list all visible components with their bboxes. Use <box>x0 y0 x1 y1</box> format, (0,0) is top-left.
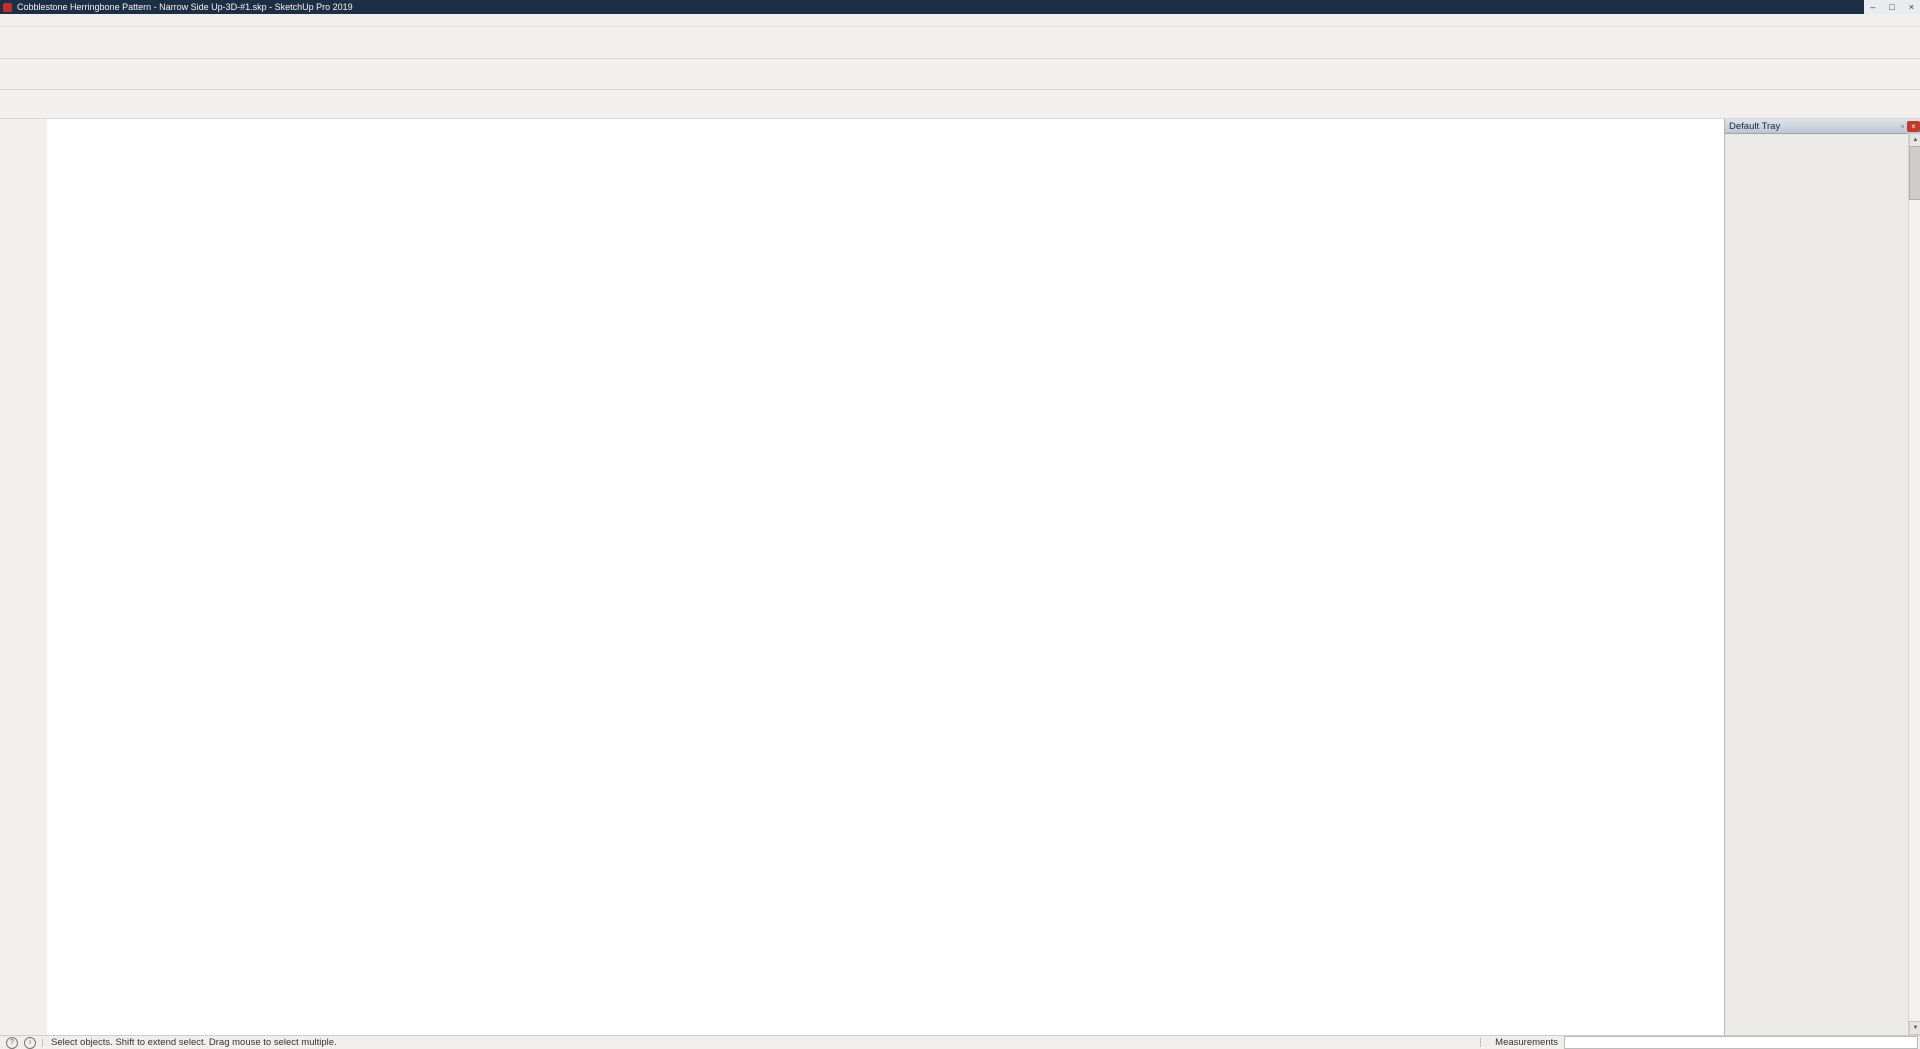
divider <box>1480 1038 1482 1047</box>
tray-scrollbar[interactable]: ▲ ▼ <box>1908 133 1920 1035</box>
close-button[interactable]: × <box>1909 2 1914 12</box>
status-tip: Select objects. Shift to extend select. … <box>51 1037 337 1048</box>
scroll-down-icon[interactable]: ▼ <box>1909 1021 1920 1035</box>
tray-title: Default Tray <box>1729 120 1781 132</box>
model-viewport[interactable] <box>47 119 1724 1035</box>
maximize-button[interactable]: □ <box>1889 2 1894 12</box>
status-bar: ? i Select objects. Shift to extend sele… <box>0 1035 1920 1049</box>
geolocation-icon[interactable]: ? <box>6 1036 18 1049</box>
pin-icon[interactable]: ▫ <box>1898 122 1907 131</box>
measurements-input[interactable] <box>1564 1036 1918 1049</box>
measurements-label: Measurements <box>1495 1037 1558 1048</box>
tray-title-bar: Default Tray ▫ × <box>1725 119 1920 134</box>
default-tray: Default Tray ▫ × ▲ ▼ <box>1724 119 1920 1035</box>
sketchup-logo-icon <box>3 2 12 12</box>
model-stones[interactable] <box>47 119 1724 1035</box>
window-controls: – □ × <box>1864 0 1920 14</box>
toolbar-getting-started <box>0 90 1920 119</box>
scroll-up-icon[interactable]: ▲ <box>1909 133 1920 147</box>
scroll-thumb[interactable] <box>1909 146 1920 200</box>
title-bar: Cobblestone Herringbone Pattern - Narrow… <box>0 0 1920 14</box>
menu-bar <box>0 14 1920 27</box>
tray-sections <box>1725 133 1909 1035</box>
divider <box>42 1038 43 1047</box>
large-tool-set <box>0 119 48 1037</box>
tray-close-icon[interactable]: × <box>1907 120 1920 132</box>
toolbar-camera-draw <box>0 59 1920 90</box>
credits-icon[interactable]: i <box>24 1036 36 1049</box>
toolbar-standard <box>0 27 1920 59</box>
window-title: Cobblestone Herringbone Pattern - Narrow… <box>17 2 353 12</box>
minimize-button[interactable]: – <box>1870 2 1875 12</box>
